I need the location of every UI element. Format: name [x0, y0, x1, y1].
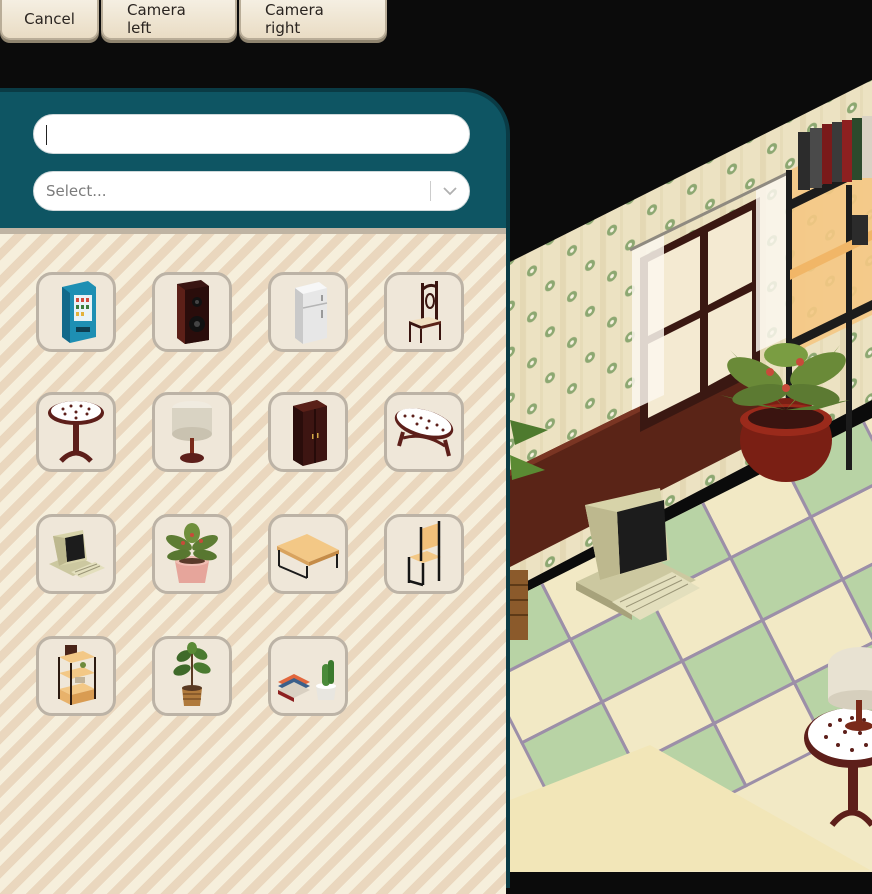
- catalog-item-wooden-chair[interactable]: [384, 272, 464, 352]
- catalog-item-speaker[interactable]: [152, 272, 232, 352]
- select-placeholder: Select...: [46, 182, 107, 200]
- bench-table-icon: [277, 534, 339, 579]
- text-cursor: [46, 125, 47, 145]
- wardrobe-icon: [293, 400, 327, 466]
- retro-computer-icon: [49, 530, 105, 578]
- catalog-item-bench-table[interactable]: [268, 514, 348, 594]
- catalog-item-retro-computer[interactable]: [36, 514, 116, 594]
- catalog-item-table-lamp[interactable]: [152, 392, 232, 472]
- search-input[interactable]: [33, 114, 470, 154]
- catalog-item-vending-machine[interactable]: [36, 272, 116, 352]
- cancel-button[interactable]: Cancel: [0, 0, 99, 40]
- catalog-item-wardrobe[interactable]: [268, 392, 348, 472]
- potted-plant-icon: [166, 523, 218, 583]
- furniture-catalog-panel: Select...: [0, 88, 510, 894]
- chevron-down-icon[interactable]: [431, 172, 469, 210]
- catalog-item-fridge[interactable]: [268, 272, 348, 352]
- camera-toolbar: Cancel Camera left Camera right: [0, 0, 387, 42]
- oval-coffee-table-icon: [394, 408, 454, 457]
- wooden-chair-icon: [409, 281, 441, 343]
- category-select[interactable]: Select...: [33, 171, 470, 211]
- fiddle-leaf-plant-icon: [173, 642, 211, 706]
- speaker-icon: [177, 280, 209, 344]
- camera-right-button[interactable]: Camera right: [239, 0, 387, 40]
- catalog-item-potted-plant[interactable]: [152, 514, 232, 594]
- catalog-item-oval-coffee-table[interactable]: [384, 392, 464, 472]
- table-lamp-icon: [172, 401, 212, 463]
- catalog-item-round-side-table[interactable]: [36, 392, 116, 472]
- shelf-unit-icon: [58, 645, 96, 705]
- vending-machine-icon: [62, 281, 96, 343]
- catalog-item-books-and-cactus[interactable]: [268, 636, 348, 716]
- camera-left-button[interactable]: Camera left: [101, 0, 237, 40]
- round-side-table-icon: [48, 401, 104, 463]
- catalog-item-shelf-unit[interactable]: [36, 636, 116, 716]
- catalog-item-modern-chair[interactable]: [384, 514, 464, 594]
- catalog-item-fiddle-leaf-plant[interactable]: [152, 636, 232, 716]
- modern-chair-icon: [407, 521, 441, 587]
- catalog-header: Select...: [0, 92, 506, 228]
- fridge-icon: [295, 282, 328, 344]
- books-and-cactus-icon: [278, 660, 336, 702]
- catalog-grid: [0, 228, 506, 894]
